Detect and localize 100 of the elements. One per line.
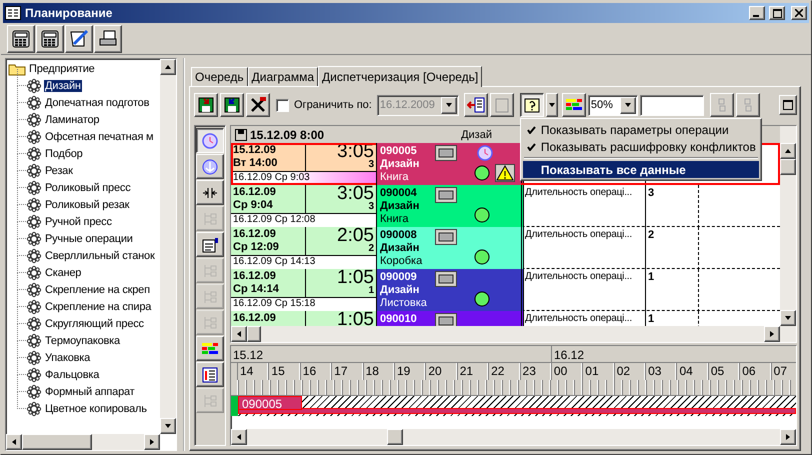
link-button[interactable] [710, 93, 734, 117]
menu-item[interactable]: Показывать расшифровку конфликтов [522, 138, 759, 155]
status-dot-icon [474, 165, 490, 181]
gear-icon [26, 298, 42, 314]
gear-icon [26, 112, 42, 128]
calculator-copy-button[interactable] [36, 25, 64, 53]
gear-icon [26, 128, 42, 144]
tree-item[interactable]: Ручные операции [44, 232, 134, 244]
limit-checkbox[interactable] [276, 98, 289, 112]
parameter-cell: Длительность операці... [524, 227, 646, 270]
start-cell: 16.12.09 Ср 12:09 [231, 227, 306, 256]
close-icon [795, 9, 803, 17]
tree-item[interactable]: Допечатная подготов [44, 96, 150, 108]
gear-icon [26, 78, 42, 94]
right-arrow-icon [769, 330, 775, 338]
help-icon [524, 97, 540, 113]
close-button[interactable] [791, 6, 807, 20]
maximize-panel-button[interactable] [779, 95, 797, 115]
horizontal-scrollbar[interactable] [6, 434, 160, 450]
export-button[interactable] [464, 93, 488, 117]
edit-button[interactable] [65, 25, 93, 53]
vertical-scrollbar[interactable] [780, 126, 796, 326]
gear-icon [26, 384, 42, 400]
clipboard-icon [494, 97, 509, 113]
menu-item[interactable]: Показывать параметры операции [522, 121, 759, 138]
horizontal-scrollbar[interactable] [231, 429, 796, 445]
tree-item[interactable]: Роликовый пресс [44, 182, 132, 194]
tree-item[interactable]: Ручной пресс [44, 216, 113, 228]
status-dot-icon [474, 207, 490, 223]
scroll-thumb[interactable] [387, 429, 403, 445]
scroll-thumb[interactable] [22, 434, 92, 450]
zoom-combo[interactable]: 50% [588, 94, 638, 116]
scroll-pen-icon [68, 29, 90, 49]
tree-item[interactable]: Дизайн [44, 80, 82, 92]
table-arrow-icon [466, 97, 485, 113]
header-date: 15.12.09 8:00 [250, 128, 324, 142]
calculator-button[interactable] [7, 25, 35, 53]
horizontal-scrollbar[interactable] [231, 326, 780, 342]
tab[interactable]: Очередь [191, 67, 248, 86]
gear-icon [26, 180, 42, 196]
value-cell: 3 [646, 185, 699, 228]
tree-item[interactable]: Скругляющий пресс [44, 318, 145, 330]
start-cell: 16.12.09 Ср 14:14 [231, 269, 306, 298]
tool-button[interactable] [196, 128, 224, 153]
tree-structure-icon [202, 314, 218, 330]
print-button[interactable] [94, 25, 122, 53]
tree-item[interactable]: Фальцовка [44, 368, 100, 380]
tree-item[interactable]: Сверллильный станок [44, 250, 156, 262]
tree-item[interactable]: Цветное копироваль [44, 402, 148, 414]
text-field[interactable] [640, 94, 704, 116]
duration-cell: 3:05 3 [306, 185, 376, 214]
gear-icon [26, 264, 42, 280]
tree-item[interactable]: Предприятие [28, 62, 96, 74]
dropdown-arrow-icon [444, 102, 453, 108]
scroll-thumb[interactable] [247, 326, 261, 342]
tree-item[interactable]: Термоупаковка [44, 334, 121, 346]
gear-icon [26, 366, 42, 382]
vertical-scrollbar[interactable] [160, 59, 176, 434]
duration-cell: 2:05 2 [306, 227, 376, 256]
minimize-button[interactable] [749, 6, 765, 20]
tree-item[interactable]: Резак [44, 164, 74, 176]
tree-item[interactable]: Сканер [44, 266, 82, 278]
dropdown-button[interactable] [546, 93, 558, 117]
gear-icon [26, 316, 42, 332]
tree-item[interactable]: Офсетная печатная м [44, 130, 154, 142]
tree-item[interactable]: Подбор [44, 148, 84, 160]
help-button[interactable] [520, 93, 544, 117]
unlink-button[interactable] [736, 93, 760, 117]
order-cell: 090005 Дизайн Книга [376, 143, 521, 186]
menu-item[interactable]: Показывать все данные [522, 161, 759, 178]
end-cell: 16.12.09 Ср 14:13 [231, 256, 376, 269]
end-cell: 16.12.09 Ср 9:03 [231, 172, 376, 185]
start-cell: 15.12.09 Вт 14:00 [231, 143, 306, 172]
tree-item[interactable]: Скрепление на спира [44, 300, 152, 312]
calculator-icon [11, 29, 31, 49]
up-arrow-icon [784, 148, 792, 154]
duration-cell: 1:05 [306, 311, 376, 326]
load-button[interactable] [194, 93, 218, 117]
tree-item[interactable]: Упаковка [44, 352, 92, 364]
parameter-cell: Длительность операці... [524, 185, 646, 228]
warning-icon [495, 164, 515, 182]
gear-icon [26, 214, 42, 230]
folder-icon [8, 62, 26, 76]
paste-button[interactable] [490, 93, 514, 117]
tree-item[interactable]: Формный аппарат [44, 386, 136, 398]
start-cell: 16.12.09 Ср 9:04 [231, 185, 306, 214]
tree-item[interactable]: Ламинатор [44, 114, 100, 126]
device-icon [435, 271, 457, 287]
tree-item[interactable]: Роликовый резак [44, 198, 130, 210]
save-button[interactable] [220, 93, 244, 117]
tab[interactable]: Диаграмма [248, 67, 318, 86]
tree-item[interactable]: Скрепление на скреп [44, 284, 151, 296]
status-dot-icon [474, 291, 490, 307]
tools-icon [249, 96, 267, 114]
maximize-button[interactable] [769, 6, 785, 20]
device-icon [435, 313, 457, 326]
scroll-thumb[interactable] [780, 159, 796, 175]
color-bars-button[interactable] [562, 93, 586, 117]
tab[interactable]: Диспетчеризация [Очередь] [318, 66, 482, 87]
tools-button[interactable] [246, 93, 270, 117]
